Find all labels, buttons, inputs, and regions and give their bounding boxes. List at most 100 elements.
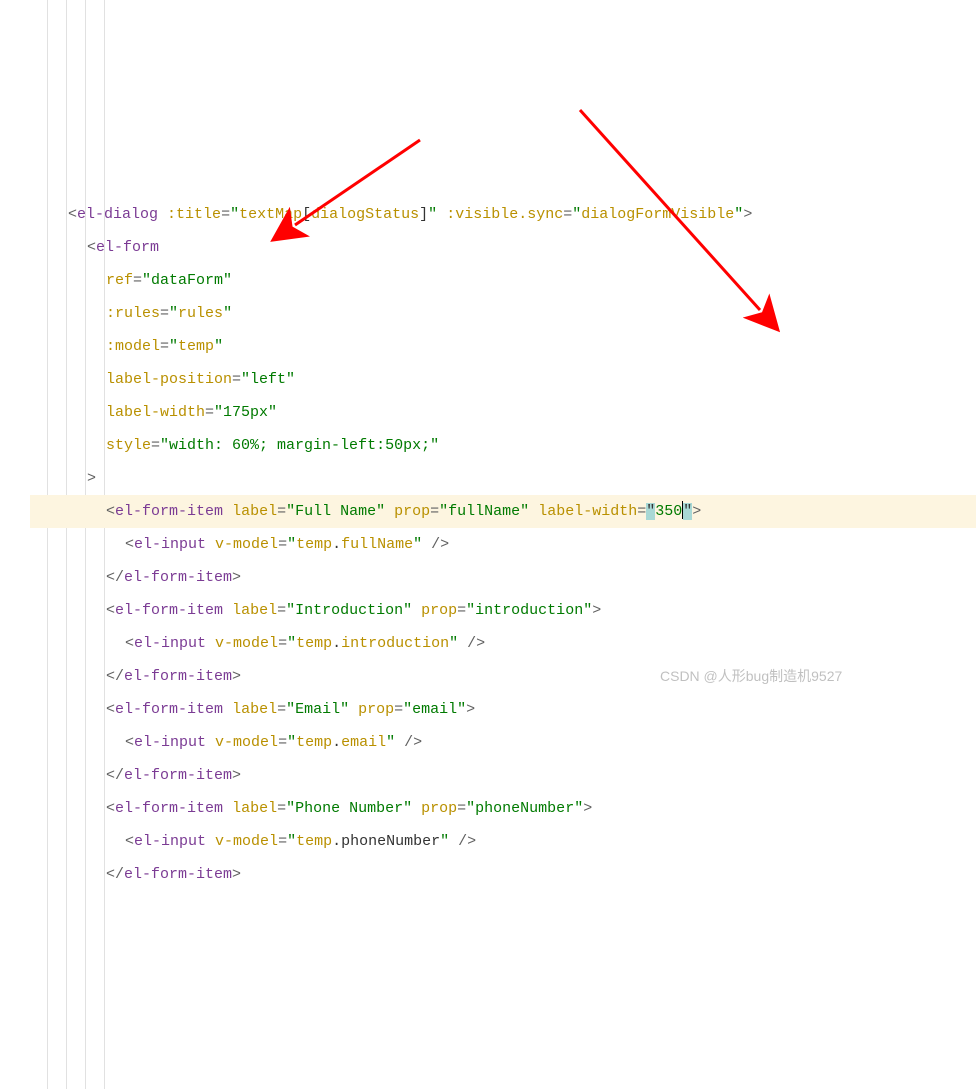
code-token: el-form-item bbox=[115, 602, 223, 619]
code-line[interactable]: <el-input v-model="temp.email" /> bbox=[30, 726, 976, 759]
code-token: label-width bbox=[538, 503, 637, 520]
code-token: temp bbox=[296, 734, 332, 751]
code-token: /> bbox=[422, 536, 449, 553]
code-line[interactable]: label-width="175px" bbox=[30, 396, 976, 429]
code-line[interactable]: </el-form-item> bbox=[30, 759, 976, 792]
code-token: "email" bbox=[403, 701, 466, 718]
code-line[interactable]: <el-form-item label="Introduction" prop=… bbox=[30, 594, 976, 627]
code-editor[interactable]: <el-dialog :title="textMap[dialogStatus]… bbox=[0, 0, 976, 1089]
code-line[interactable]: label-position="left" bbox=[30, 363, 976, 396]
code-token: v-model bbox=[215, 536, 278, 553]
code-token: v-model bbox=[215, 833, 278, 850]
code-token: "width: 60%; margin-left:50px;" bbox=[160, 437, 439, 454]
code-token: < bbox=[106, 602, 115, 619]
code-token: email bbox=[341, 734, 386, 751]
code-token: > bbox=[466, 701, 475, 718]
code-token: "175px" bbox=[214, 404, 277, 421]
code-token: = bbox=[160, 338, 169, 355]
code-line[interactable]: :rules="rules" bbox=[30, 297, 976, 330]
code-token: " bbox=[169, 338, 178, 355]
code-token: . bbox=[332, 833, 341, 850]
code-token: = bbox=[205, 404, 214, 421]
code-token: el-form-item bbox=[124, 668, 232, 685]
text-cursor bbox=[682, 501, 683, 519]
code-token bbox=[349, 701, 358, 718]
code-token: label bbox=[232, 800, 277, 817]
code-token: = bbox=[278, 734, 287, 751]
code-token bbox=[223, 800, 232, 817]
code-token: " bbox=[572, 206, 581, 223]
code-line[interactable]: </el-form-item> bbox=[30, 858, 976, 891]
code-token: " bbox=[440, 833, 449, 850]
code-token: > bbox=[87, 470, 96, 487]
code-token: el-input bbox=[134, 833, 206, 850]
code-token: :rules bbox=[106, 305, 160, 322]
code-line[interactable]: <el-dialog :title="textMap[dialogStatus]… bbox=[30, 198, 976, 231]
code-token bbox=[412, 800, 421, 817]
code-token: dialogFormVisible bbox=[581, 206, 734, 223]
code-token: "Full Name" bbox=[286, 503, 385, 520]
code-token: el-form-item bbox=[115, 503, 223, 520]
code-token: [ bbox=[302, 206, 311, 223]
code-line[interactable]: <el-input v-model="temp.fullName" /> bbox=[30, 528, 976, 561]
code-token bbox=[412, 602, 421, 619]
code-token: temp bbox=[296, 536, 332, 553]
code-token: fullName bbox=[341, 536, 413, 553]
code-token: = bbox=[151, 437, 160, 454]
code-line[interactable]: <el-form-item label="Full Name" prop="fu… bbox=[30, 495, 976, 528]
code-token: "fullName" bbox=[439, 503, 529, 520]
code-token: el-input bbox=[134, 536, 206, 553]
code-token: = bbox=[457, 800, 466, 817]
code-token: < bbox=[106, 800, 115, 817]
code-line[interactable]: <el-input v-model="temp.phoneNumber" /> bbox=[30, 825, 976, 858]
code-token bbox=[223, 602, 232, 619]
watermark: CSDN @人形bug制造机9527 bbox=[660, 660, 842, 693]
code-token: . bbox=[332, 734, 341, 751]
code-token bbox=[158, 206, 167, 223]
code-line[interactable]: </el-form-item> bbox=[30, 561, 976, 594]
code-token: = bbox=[563, 206, 572, 223]
code-token: " bbox=[214, 338, 223, 355]
code-token: el-form bbox=[96, 239, 159, 256]
code-token: el-form-item bbox=[124, 767, 232, 784]
code-token: " bbox=[287, 734, 296, 751]
code-line[interactable]: <el-form bbox=[30, 231, 976, 264]
code-line[interactable]: <el-form-item label="Phone Number" prop=… bbox=[30, 792, 976, 825]
code-token: " bbox=[734, 206, 743, 223]
code-token: = bbox=[278, 635, 287, 652]
code-token: " bbox=[428, 206, 437, 223]
code-token bbox=[206, 635, 215, 652]
code-token: prop bbox=[358, 701, 394, 718]
code-token: el-input bbox=[134, 635, 206, 652]
code-token bbox=[206, 833, 215, 850]
code-token: = bbox=[430, 503, 439, 520]
code-token bbox=[223, 701, 232, 718]
code-token: label bbox=[232, 701, 277, 718]
code-token: < bbox=[87, 239, 96, 256]
code-token: . bbox=[332, 536, 341, 553]
code-token: = bbox=[277, 701, 286, 718]
code-line[interactable]: <el-input v-model="temp.introduction" /> bbox=[30, 627, 976, 660]
code-line[interactable]: ref="dataForm" bbox=[30, 264, 976, 297]
code-token: " bbox=[223, 305, 232, 322]
code-line[interactable]: style="width: 60%; margin-left:50px;" bbox=[30, 429, 976, 462]
code-line[interactable]: > bbox=[30, 462, 976, 495]
code-token: label bbox=[232, 602, 277, 619]
code-token: "Email" bbox=[286, 701, 349, 718]
code-token: label-width bbox=[106, 404, 205, 421]
code-token: > bbox=[743, 206, 752, 223]
code-token: el-input bbox=[134, 734, 206, 751]
code-token: > bbox=[232, 767, 241, 784]
code-token: > bbox=[232, 569, 241, 586]
code-line[interactable]: <el-form-item label="Email" prop="email"… bbox=[30, 693, 976, 726]
code-token: = bbox=[221, 206, 230, 223]
code-token: < bbox=[125, 734, 134, 751]
code-token: = bbox=[278, 833, 287, 850]
code-line[interactable]: :model="temp" bbox=[30, 330, 976, 363]
code-token: label bbox=[232, 503, 277, 520]
code-token bbox=[206, 734, 215, 751]
code-token: = bbox=[160, 305, 169, 322]
code-token: "left" bbox=[241, 371, 295, 388]
code-token: " bbox=[646, 503, 655, 520]
code-token: "phoneNumber" bbox=[466, 800, 583, 817]
